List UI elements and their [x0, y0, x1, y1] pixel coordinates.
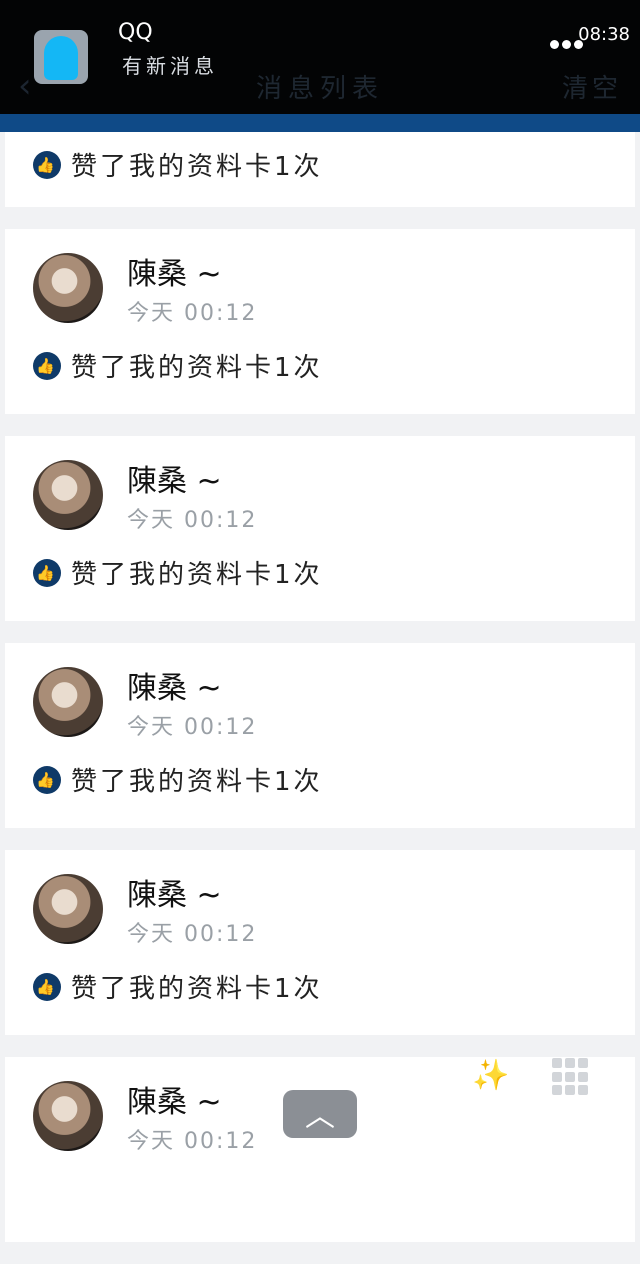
like-text: 赞了我的资料卡1次	[71, 974, 323, 1004]
status-time: 08:38	[578, 24, 630, 45]
magic-wand-icon[interactable]: ✨	[472, 1058, 516, 1098]
timestamp: 今天 00:12	[127, 715, 258, 740]
scroll-to-top-button[interactable]: ︿	[283, 1090, 357, 1138]
user-name: 陳桑 ~	[127, 878, 222, 913]
list-item[interactable]: 👍 赞了我的资料卡1次	[5, 132, 635, 207]
like-text: 赞了我的资料卡1次	[71, 353, 323, 383]
notification-app-name: QQ	[118, 20, 153, 45]
timestamp: 今天 00:12	[127, 301, 258, 326]
like-row: 👍 赞了我的资料卡1次	[33, 968, 323, 1005]
timestamp: 今天 00:12	[127, 1129, 258, 1154]
user-name: 陳桑 ~	[127, 1085, 222, 1120]
like-row: 👍 赞了我的资料卡1次	[33, 761, 323, 798]
like-row: 👍 赞了我的资料卡1次	[33, 146, 323, 183]
qq-app-icon[interactable]	[34, 30, 88, 84]
timestamp: 今天 00:12	[127, 508, 258, 533]
page-title: 消息列表	[255, 74, 384, 104]
like-row: 👍 赞了我的资料卡1次	[33, 347, 323, 384]
list-item[interactable]: 陳桑 ~ 今天 00:12	[5, 1057, 635, 1242]
avatar[interactable]	[33, 667, 103, 737]
user-name: 陳桑 ~	[127, 257, 222, 292]
avatar[interactable]	[33, 874, 103, 944]
list-item[interactable]: 陳桑 ~ 今天 00:12 👍 赞了我的资料卡1次	[5, 850, 635, 1035]
header: ‹ 消息列表 清空 QQ 有新消息 08:38	[0, 0, 640, 114]
user-name: 陳桑 ~	[127, 464, 222, 499]
like-row: 👍 赞了我的资料卡1次	[33, 554, 323, 591]
clear-button[interactable]: 清空	[562, 68, 622, 105]
timestamp: 今天 00:12	[127, 922, 258, 947]
list-item[interactable]: 陳桑 ~ 今天 00:12 👍 赞了我的资料卡1次	[5, 436, 635, 621]
like-text: 赞了我的资料卡1次	[71, 152, 323, 182]
like-text: 赞了我的资料卡1次	[71, 767, 323, 797]
thumbs-up-icon: 👍	[33, 558, 61, 587]
thumbs-up-icon: 👍	[33, 150, 61, 179]
list-item[interactable]: 陳桑 ~ 今天 00:12 👍 赞了我的资料卡1次	[5, 643, 635, 828]
avatar[interactable]	[33, 460, 103, 530]
like-text: 赞了我的资料卡1次	[71, 560, 323, 590]
list-item[interactable]: 陳桑 ~ 今天 00:12 👍 赞了我的资料卡1次	[5, 229, 635, 414]
thumbs-up-icon: 👍	[33, 972, 61, 1001]
accent-bar	[0, 114, 640, 132]
avatar[interactable]	[33, 253, 103, 323]
user-name: 陳桑 ~	[127, 671, 222, 706]
grid-menu-icon[interactable]	[552, 1058, 590, 1096]
notification-text[interactable]: 有新消息	[122, 50, 218, 79]
thumbs-up-icon: 👍	[33, 765, 61, 794]
avatar[interactable]	[33, 1081, 103, 1151]
thumbs-up-icon: 👍	[33, 351, 61, 380]
